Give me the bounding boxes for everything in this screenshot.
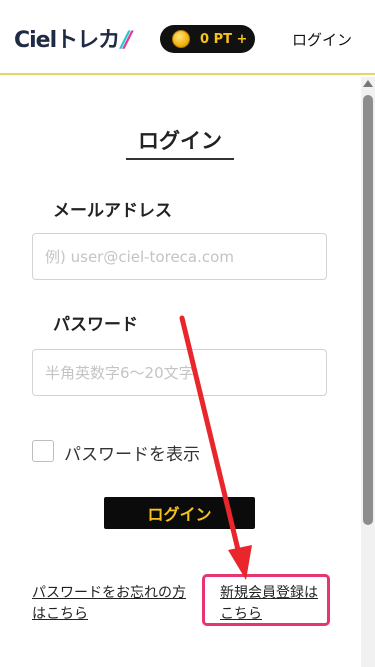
password-label: パスワード [53, 315, 138, 335]
login-button[interactable]: ログイン [104, 497, 255, 529]
email-input[interactable] [32, 233, 327, 280]
logo-text: Cielトレカ [14, 28, 120, 53]
register-highlight-box [202, 574, 330, 626]
password-input[interactable] [32, 349, 327, 396]
site-logo[interactable]: Cielトレカ// [14, 22, 132, 54]
scroll-up-arrow-icon[interactable] [363, 80, 373, 87]
title-underline [126, 158, 234, 160]
scrollbar-thumb[interactable] [363, 95, 373, 525]
header-login-link[interactable]: ログイン [292, 29, 352, 50]
show-password-checkbox[interactable] [32, 440, 54, 462]
points-balance-button[interactable]: 0 PT + [160, 25, 255, 53]
coin-icon [172, 30, 190, 48]
email-label: メールアドレス [53, 201, 172, 221]
header: Cielトレカ// 0 PT + ログイン [0, 0, 375, 75]
points-label: 0 PT + [200, 31, 248, 47]
logo-slash-pink-icon: / [124, 28, 132, 53]
page-title: ログイン [138, 129, 222, 153]
show-password-label[interactable]: パスワードを表示 [64, 440, 200, 465]
forgot-password-link[interactable]: パスワードをお忘れの方はこちら [32, 583, 192, 625]
